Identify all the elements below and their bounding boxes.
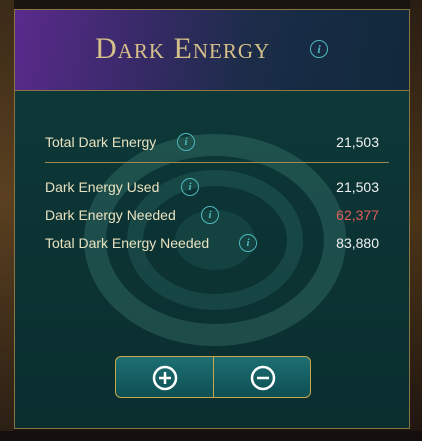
row-label: Dark Energy Used bbox=[45, 179, 160, 195]
plus-circle-icon bbox=[152, 365, 178, 391]
dark-energy-panel: Dark Energy i Total Dark Energy i 21,503… bbox=[14, 9, 410, 429]
row-value: 21,503 bbox=[336, 134, 379, 150]
row-dark-energy-used: Dark Energy Used i 21,503 bbox=[45, 177, 385, 199]
background-right-edge bbox=[410, 0, 422, 441]
row-value-needed: 62,377 bbox=[336, 207, 379, 223]
row-label: Dark Energy Needed bbox=[45, 207, 176, 223]
section-divider bbox=[45, 162, 389, 163]
minus-circle-icon bbox=[250, 365, 276, 391]
panel-title: Dark Energy bbox=[95, 32, 271, 65]
decrease-button[interactable] bbox=[214, 357, 310, 397]
row-total-dark-energy-needed: Total Dark Energy Needed i 83,880 bbox=[45, 233, 385, 255]
row-value: 83,880 bbox=[336, 235, 379, 251]
row-label: Total Dark Energy bbox=[45, 134, 157, 150]
info-icon[interactable]: i bbox=[201, 206, 219, 224]
info-icon[interactable]: i bbox=[239, 234, 257, 252]
row-total-dark-energy: Total Dark Energy i 21,503 bbox=[45, 132, 385, 154]
row-label: Total Dark Energy Needed bbox=[45, 235, 210, 251]
row-dark-energy-needed: Dark Energy Needed i 62,377 bbox=[45, 205, 385, 227]
title-info-icon[interactable]: i bbox=[310, 40, 328, 58]
info-icon[interactable]: i bbox=[181, 178, 199, 196]
row-value: 21,503 bbox=[336, 179, 379, 195]
panel-header: Dark Energy i bbox=[15, 10, 409, 91]
background-bottom-edge bbox=[0, 431, 422, 441]
background-left-edge bbox=[0, 0, 14, 441]
info-icon[interactable]: i bbox=[177, 133, 195, 151]
increase-button[interactable] bbox=[116, 357, 214, 397]
adjust-button-group bbox=[115, 356, 311, 398]
